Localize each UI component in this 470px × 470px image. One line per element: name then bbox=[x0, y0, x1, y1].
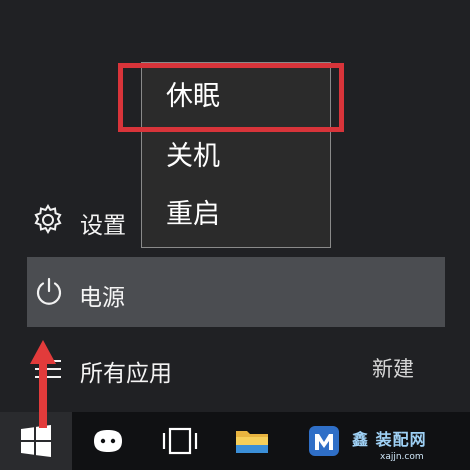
settings-label: 设置 bbox=[80, 213, 126, 239]
windows-logo-icon bbox=[21, 425, 51, 457]
watermark-logo: 鑫 装配网 bbox=[352, 430, 427, 449]
menu-item-shutdown[interactable]: 关机 bbox=[166, 137, 220, 177]
power-item[interactable]: 电源 bbox=[27, 257, 445, 327]
menu-item-sleep[interactable]: 休眠 bbox=[166, 77, 220, 117]
all-apps-label: 所有应用 bbox=[80, 361, 172, 387]
maxthon-button[interactable] bbox=[288, 412, 360, 470]
new-label[interactable]: 新建 bbox=[372, 353, 414, 383]
task-view-button[interactable] bbox=[144, 412, 216, 470]
settings-item[interactable]: 设置 bbox=[0, 192, 445, 248]
watermark-url: xajjn.com bbox=[380, 452, 424, 462]
cortana-button[interactable] bbox=[72, 412, 144, 470]
list-icon bbox=[35, 360, 61, 378]
file-explorer-button[interactable] bbox=[216, 412, 288, 470]
file-explorer-icon bbox=[236, 431, 268, 453]
power-icon bbox=[36, 277, 62, 305]
gear-icon bbox=[34, 204, 62, 234]
power-label: 电源 bbox=[79, 285, 125, 311]
task-view-icon bbox=[162, 427, 198, 455]
maxthon-icon bbox=[309, 426, 339, 456]
start-button[interactable] bbox=[0, 412, 72, 470]
cortana-icon bbox=[94, 430, 122, 452]
